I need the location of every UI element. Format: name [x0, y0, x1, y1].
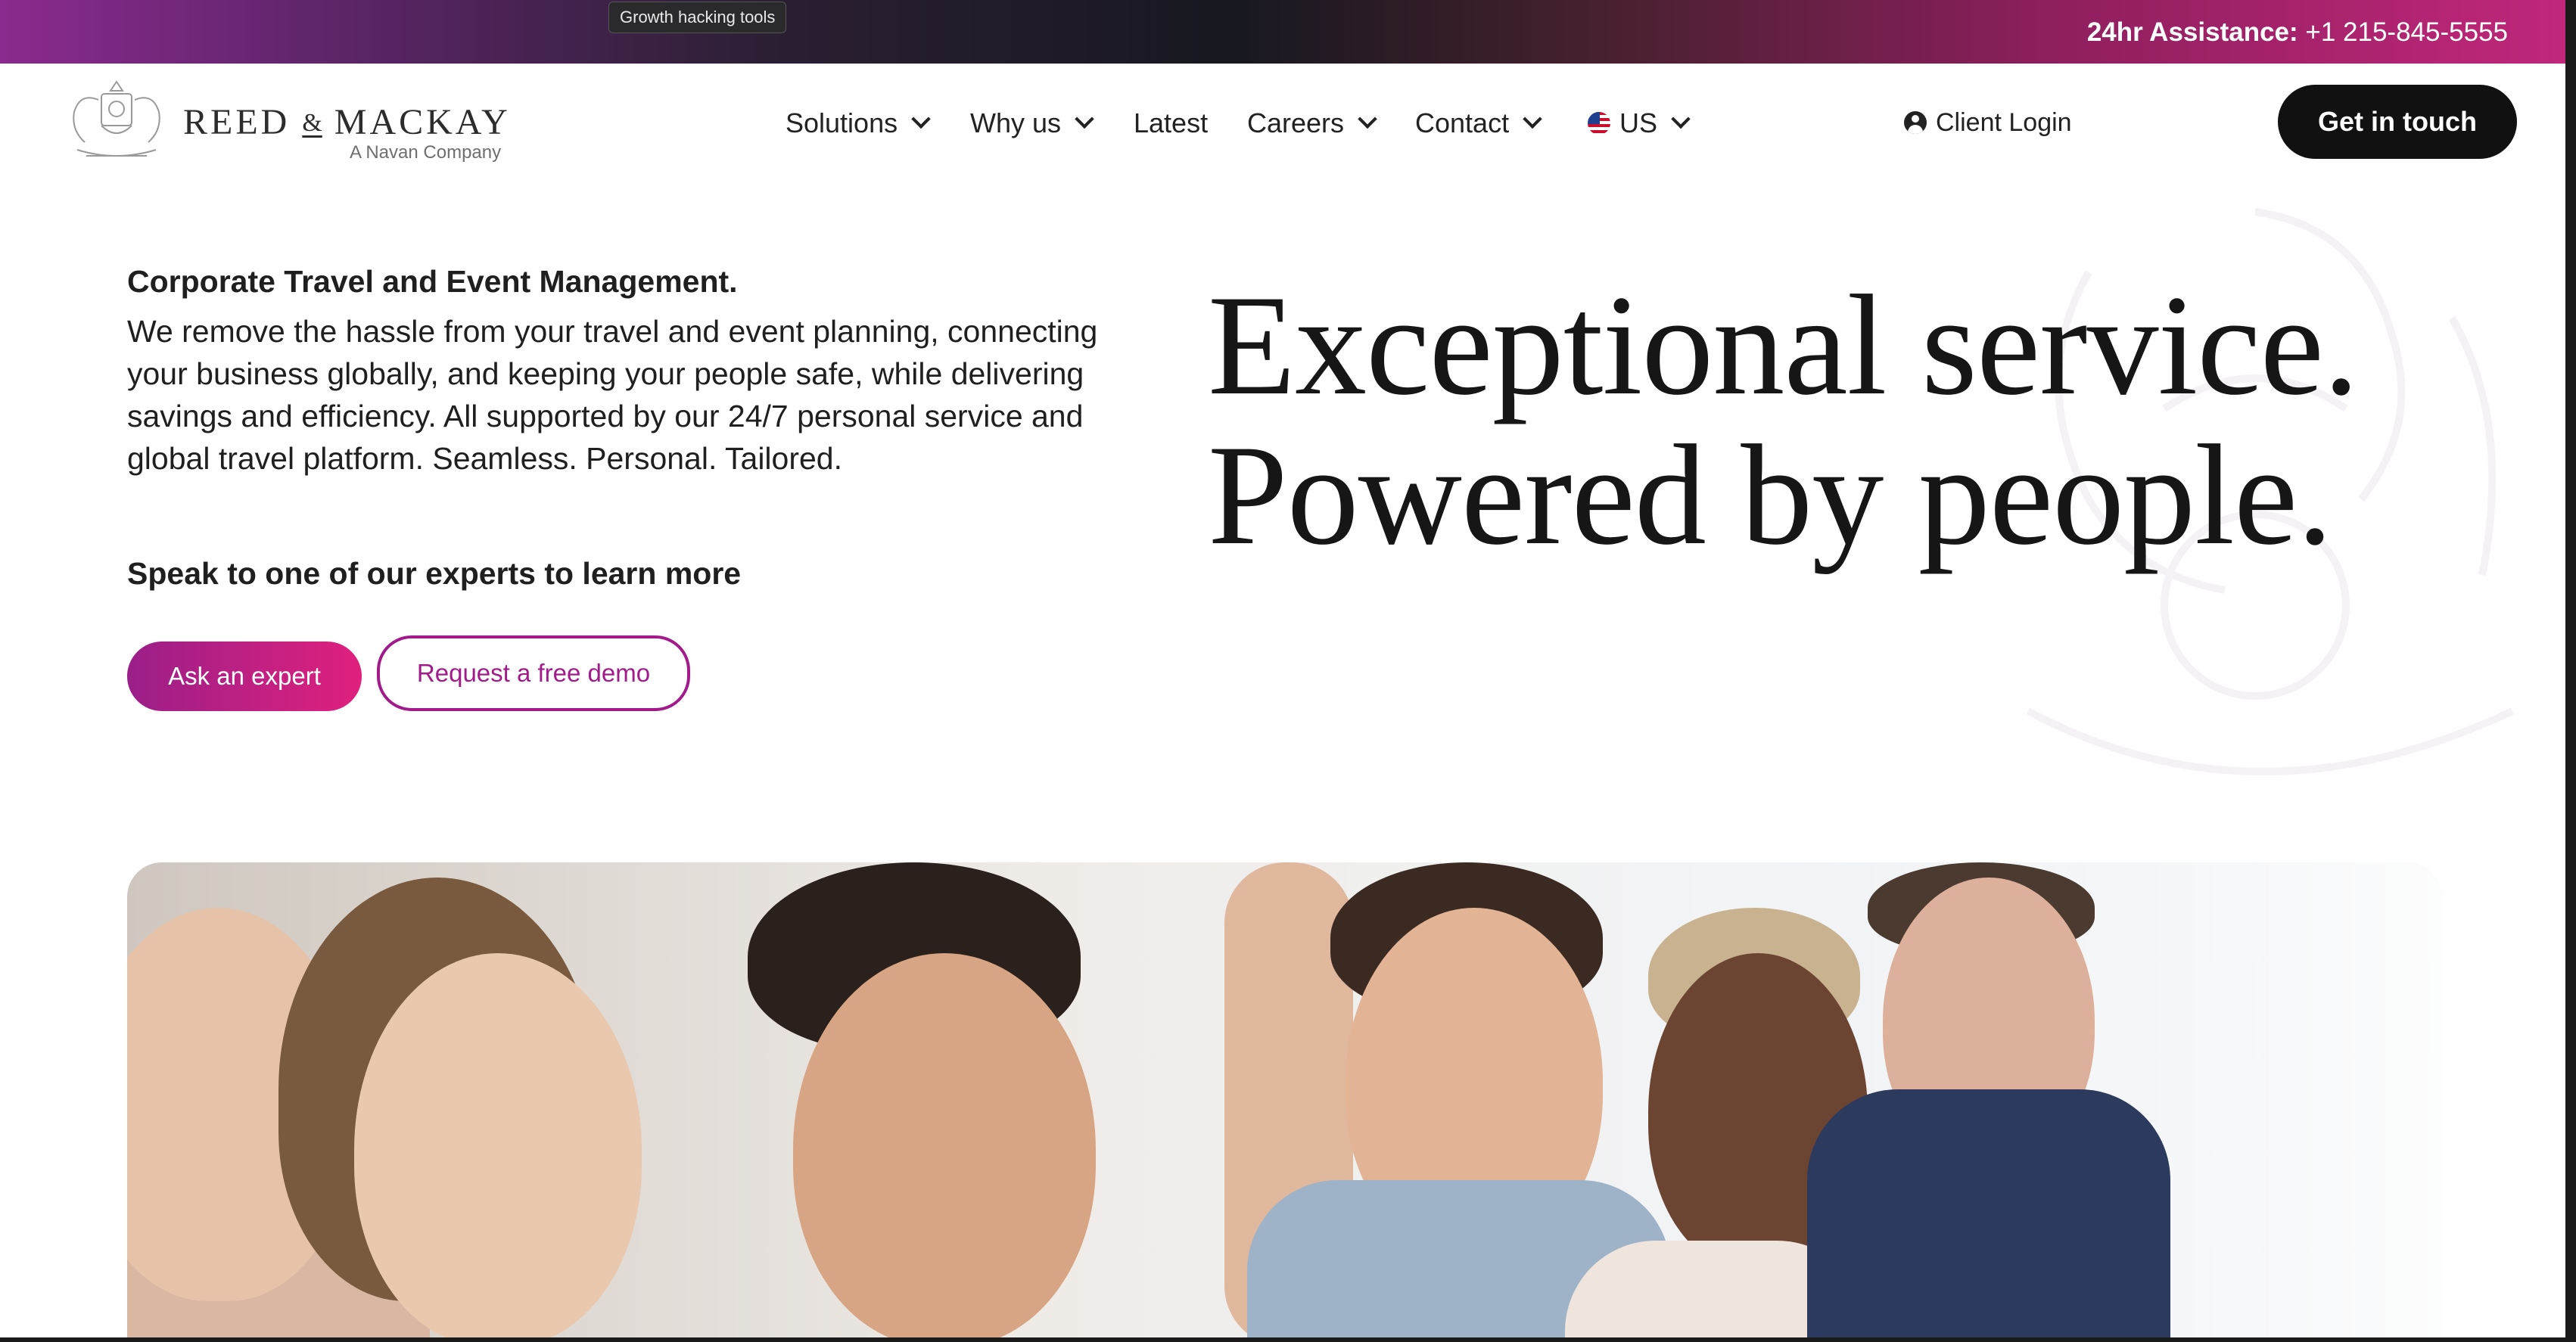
hero-photo — [127, 862, 2441, 1337]
chevron-down-icon — [1358, 109, 1377, 129]
person-face — [354, 953, 642, 1337]
client-login-link[interactable]: Client Login — [1904, 104, 2072, 141]
tooltip: Growth hacking tools — [608, 2, 787, 33]
nav-label: Why us — [970, 107, 1062, 138]
hero-headline: Exceptional service. Powered by people. — [1208, 266, 2359, 575]
brand-wordmark[interactable]: REED & MACKAY — [183, 103, 511, 143]
ask-an-expert-button[interactable]: Ask an expert — [127, 641, 362, 711]
nav-careers[interactable]: Careers — [1247, 104, 1377, 142]
chevron-down-icon — [1075, 109, 1094, 129]
browser-window: Growth hacking tools 24hr Assistance: +1… — [0, 0, 2565, 1337]
person-face — [793, 953, 1096, 1337]
request-demo-button[interactable]: Request a free demo — [377, 635, 690, 711]
headline-line-1: Exceptional service. — [1208, 266, 2359, 425]
crest-logo-icon[interactable] — [64, 77, 170, 166]
assistance-label: 24hr Assistance: — [2086, 17, 2298, 47]
brand-name-right: MACKAY — [334, 102, 511, 142]
nav-label: Solutions — [786, 107, 898, 138]
nav-region[interactable]: US — [1588, 104, 1691, 142]
nav-latest[interactable]: Latest — [1134, 104, 1208, 142]
nav-solutions[interactable]: Solutions — [786, 104, 931, 142]
nav-label: Latest — [1134, 107, 1209, 138]
assistance-phone[interactable]: +1 215-845-5555 — [2305, 17, 2508, 47]
chevron-down-icon — [911, 109, 931, 129]
nav-label: Contact — [1415, 107, 1510, 138]
speak-to-expert-text: Speak to one of our experts to learn mor… — [127, 556, 742, 591]
user-circle-icon — [1904, 111, 1927, 134]
nav-contact[interactable]: Contact — [1415, 104, 1542, 142]
brand-tagline: A Navan Company — [350, 142, 502, 163]
nav-why-us[interactable]: Why us — [970, 104, 1094, 142]
headline-line-2: Powered by people. — [1208, 416, 2333, 575]
hero-subheading: Corporate Travel and Event Management. — [127, 264, 738, 299]
assistance-line[interactable]: 24hr Assistance: +1 215-845-5555 — [2087, 17, 2508, 48]
chevron-down-icon — [1523, 109, 1542, 129]
get-in-touch-button[interactable]: Get in touch — [2278, 85, 2517, 159]
top-bar: Growth hacking tools 24hr Assistance: +1… — [0, 0, 2565, 64]
nav-label: Careers — [1247, 107, 1345, 138]
person-body — [1807, 1089, 2170, 1337]
chevron-down-icon — [1671, 109, 1691, 129]
hero-intro: Corporate Travel and Event Management. W… — [127, 260, 1134, 480]
nav-label: US — [1619, 107, 1658, 138]
us-flag-icon — [1588, 112, 1610, 135]
client-login-label: Client Login — [1936, 108, 2072, 137]
brand-ampersand: & — [302, 109, 322, 137]
hero-body-text: We remove the hassle from your travel an… — [127, 314, 1098, 476]
brand-name-left: REED — [183, 102, 291, 142]
